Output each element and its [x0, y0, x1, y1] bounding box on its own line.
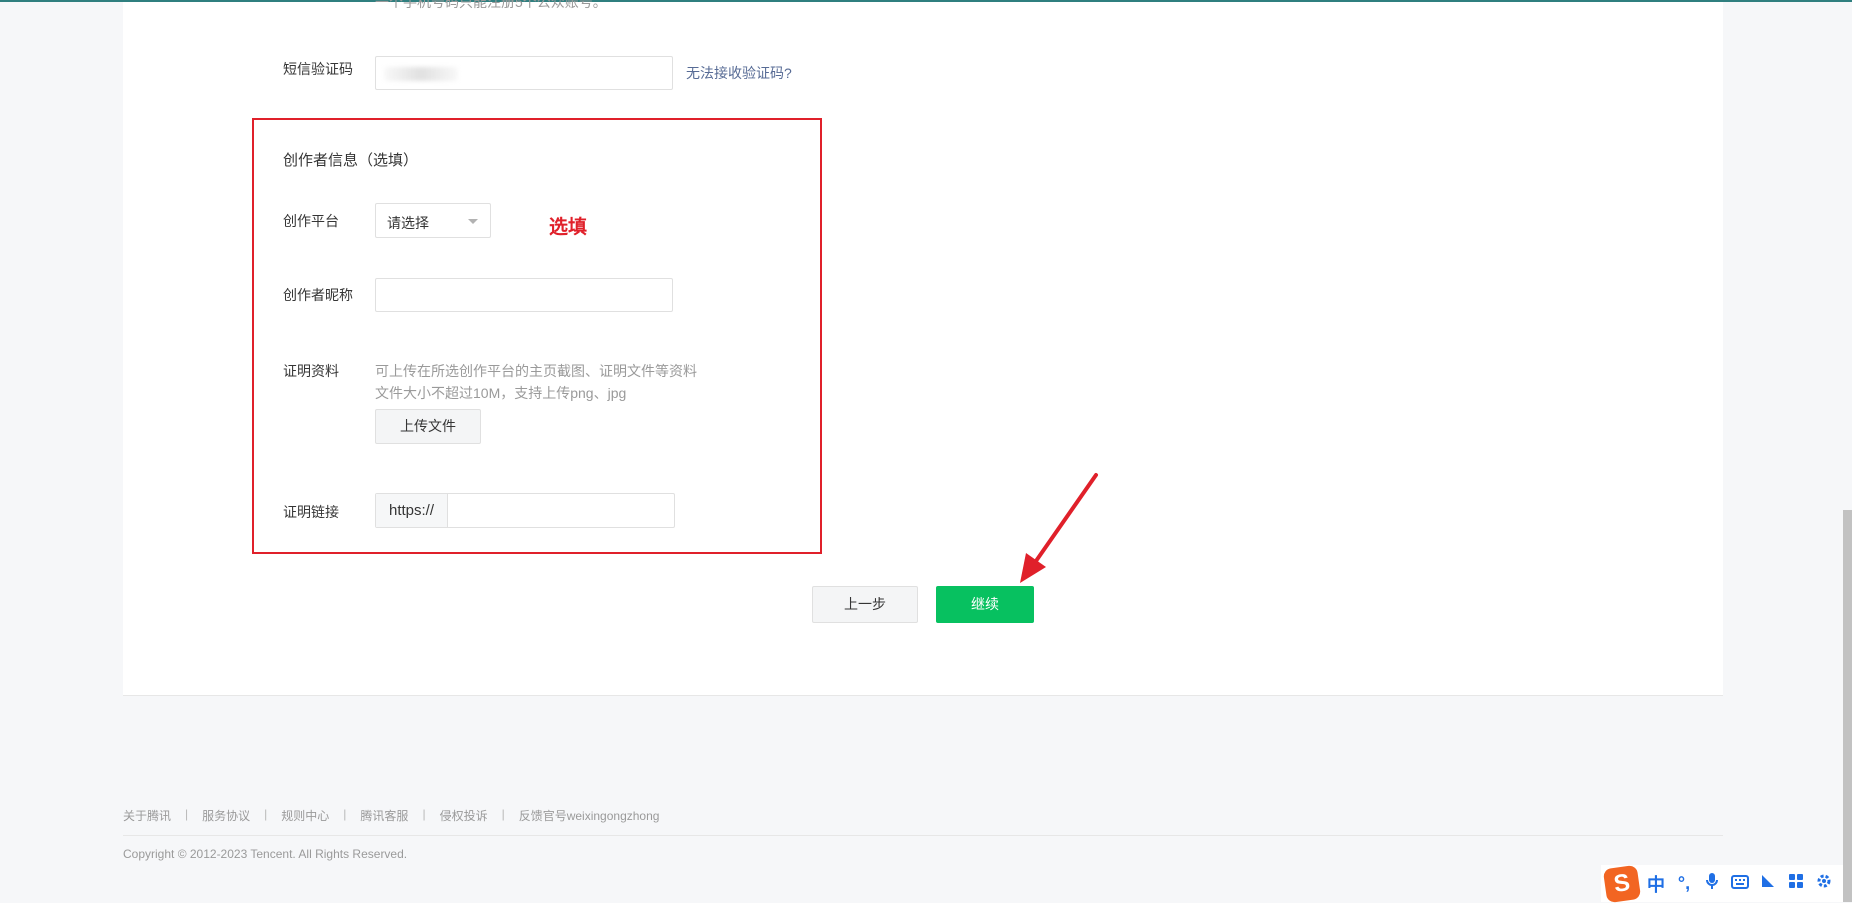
footer-link-about[interactable]: 关于腾讯 — [123, 807, 171, 824]
footer-link-agreement[interactable]: 服务协议 — [202, 807, 250, 824]
footer-link-support[interactable]: 腾讯客服 — [360, 807, 408, 824]
nickname-input[interactable] — [375, 278, 673, 312]
sms-code-help-link[interactable]: 无法接收验证码? — [686, 63, 792, 83]
platform-label: 创作平台 — [283, 213, 339, 229]
footer-separator: | — [501, 807, 505, 821]
prev-step-button[interactable]: 上一步 — [812, 586, 918, 623]
ime-punctuation-toggle[interactable]: °, — [1673, 873, 1695, 894]
sms-code-label: 短信验证码 — [283, 61, 353, 77]
sms-code-input[interactable] — [375, 56, 673, 90]
proof-hint-line1: 可上传在所选创作平台的主页截图、证明文件等资料 — [375, 363, 697, 379]
proof-hint-line2: 文件大小不超过10M，支持上传png、jpg — [375, 385, 627, 401]
creator-section-title: 创作者信息（选填） — [283, 152, 419, 169]
footer-links: 关于腾讯 | 服务协议 | 规则中心 | 腾讯客服 | 侵权投诉 | 反馈官号w… — [123, 807, 659, 824]
footer-link-feedback[interactable]: 反馈官号weixingongzhong — [519, 807, 660, 824]
optional-annotation: 选填 — [549, 217, 588, 238]
microphone-icon[interactable] — [1701, 872, 1723, 895]
scrollbar-thumb[interactable] — [1843, 510, 1852, 902]
url-prefix: https:// — [376, 494, 448, 527]
upload-file-button[interactable]: 上传文件 — [375, 409, 481, 444]
copyright-text: Copyright © 2012-2023 Tencent. All Right… — [123, 847, 408, 861]
proof-link-label: 证明链接 — [283, 504, 339, 520]
footer-separator: | — [264, 807, 268, 821]
ime-mode-toggle[interactable]: 中 — [1645, 871, 1667, 897]
sogou-logo-icon[interactable]: S — [1602, 864, 1642, 903]
footer-separator: | — [343, 807, 347, 821]
keyboard-icon[interactable] — [1729, 873, 1751, 894]
nickname-label: 创作者昵称 — [283, 287, 353, 303]
footer-separator: | — [185, 807, 189, 821]
footer-divider — [123, 835, 1723, 836]
footer-link-rules[interactable]: 规则中心 — [281, 807, 329, 824]
ime-toolbar: S 中 °, — [1601, 864, 1843, 903]
footer-link-complaint[interactable]: 侵权投诉 — [440, 807, 488, 824]
footer-separator: | — [422, 807, 426, 821]
proof-link-input[interactable] — [448, 494, 674, 527]
proof-link-field: https:// — [375, 493, 675, 528]
creator-section-highlight — [252, 118, 822, 554]
chevron-down-icon — [468, 219, 478, 224]
toolbox-icon[interactable] — [1785, 873, 1807, 894]
platform-select-value: 请选择 — [387, 215, 429, 231]
continue-button[interactable]: 继续 — [936, 586, 1034, 623]
proof-label: 证明资料 — [283, 363, 339, 379]
platform-select[interactable]: 请选择 — [375, 203, 491, 238]
settings-icon[interactable] — [1813, 873, 1835, 894]
sms-code-blurred-value — [384, 67, 458, 81]
skin-icon[interactable] — [1757, 873, 1779, 894]
phone-hint-text: 一个手机号码只能注册5个公众账号。 — [375, 0, 607, 10]
